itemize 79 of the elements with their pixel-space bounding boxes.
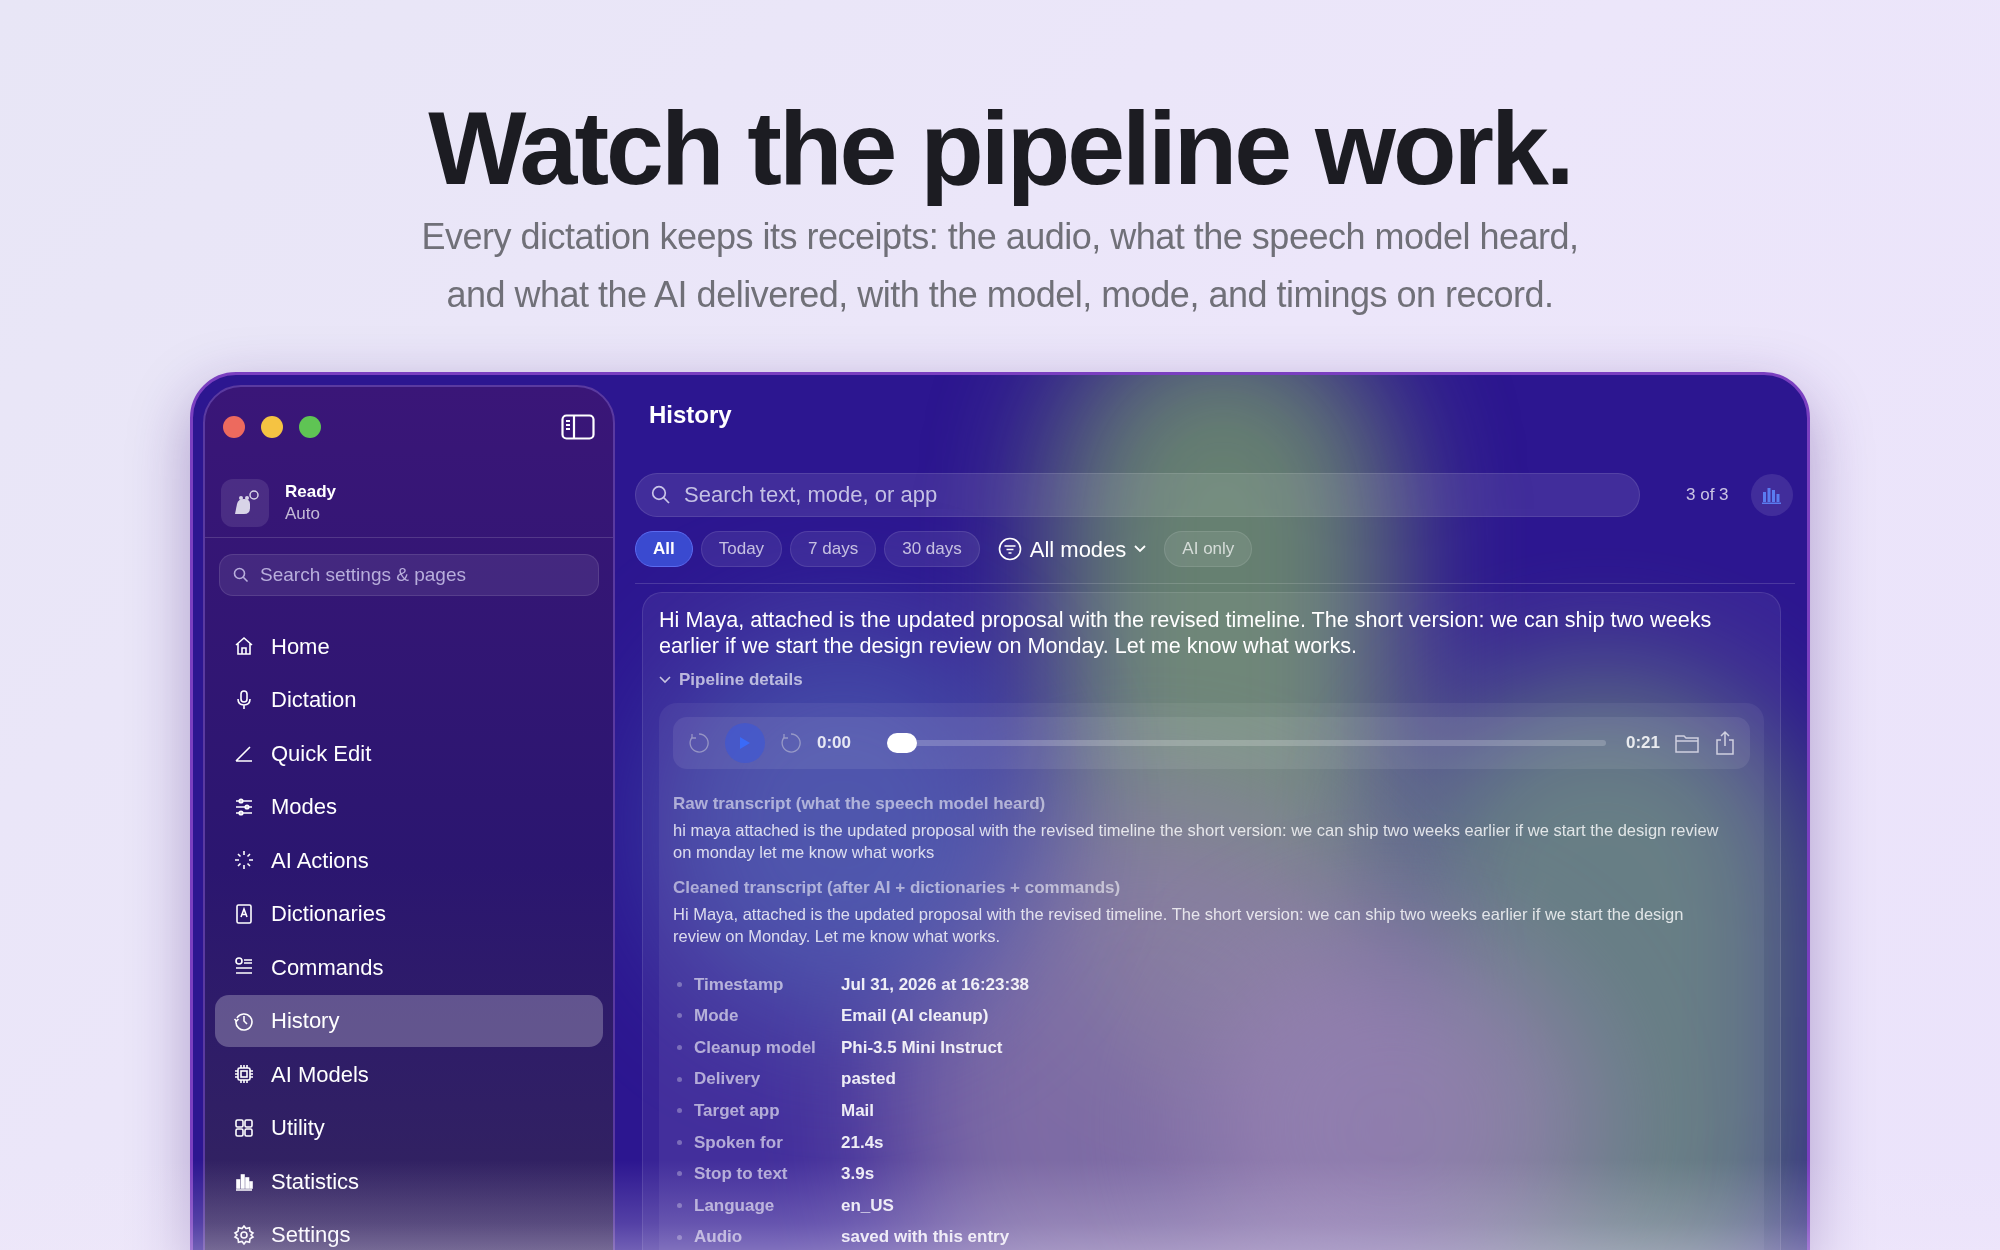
current-time: 0:00 bbox=[817, 731, 853, 754]
sidebar-item[interactable]: AI Models bbox=[215, 1048, 603, 1100]
bullet-icon bbox=[677, 1076, 682, 1082]
sidebar-item[interactable]: Dictionaries bbox=[215, 887, 603, 940]
detail-label: Audio bbox=[694, 1226, 744, 1249]
sidebar-toggle-icon[interactable] bbox=[561, 414, 595, 440]
headline: Watch the pipeline work. bbox=[428, 92, 1572, 204]
chevron-icon bbox=[659, 675, 671, 684]
filter-chip[interactable]: 30 days bbox=[884, 531, 980, 567]
bullet-icon bbox=[677, 1013, 682, 1019]
settings-icon bbox=[233, 1223, 255, 1246]
transcript-label: Raw transcript (what the speech model heard) bbox=[673, 792, 1047, 815]
zoom-button[interactable] bbox=[299, 416, 321, 438]
detail-label: Delivery bbox=[694, 1068, 762, 1091]
close-button[interactable] bbox=[223, 416, 245, 438]
skip-back-button[interactable] bbox=[687, 730, 711, 755]
detail-label: Target app bbox=[694, 1099, 781, 1122]
search-icon bbox=[233, 567, 249, 583]
sidebar-item[interactable]: Modes bbox=[215, 780, 603, 833]
search-icon bbox=[651, 485, 671, 505]
transcript-text: Hi Maya, attached is the updated proposal with the revised timeline. The short version: we can ship two weeks earlier if we start the design review on Monday. Let me know what works. bbox=[673, 903, 1685, 947]
status-title: Ready bbox=[285, 481, 337, 503]
book-icon bbox=[233, 902, 255, 925]
page-title: History bbox=[649, 400, 733, 430]
entry-text: Hi Maya, attached is the updated proposal with the revised timeline. The short version: we can ship two weeks earlier if we start the design review on Monday. Let me know what works. bbox=[659, 607, 1713, 659]
detail-value: pasted bbox=[841, 1068, 896, 1091]
chip-icon bbox=[233, 1063, 255, 1085]
detail-value: 21.4s bbox=[841, 1131, 884, 1154]
detail-value: Mail bbox=[841, 1099, 875, 1122]
total-time: 0:21 bbox=[1625, 731, 1660, 754]
result-count: 3 of 3 bbox=[1686, 484, 1729, 507]
detail-label: Spoken for bbox=[694, 1131, 784, 1154]
sidebar-item[interactable]: History bbox=[215, 994, 603, 1047]
filter-chip[interactable]: 7 days bbox=[790, 531, 877, 567]
mascot-icon bbox=[221, 479, 269, 527]
detail-value: 3.9s bbox=[841, 1163, 875, 1186]
bullet-icon bbox=[677, 981, 682, 987]
minimize-button[interactable] bbox=[261, 416, 283, 438]
detail-label: Language bbox=[694, 1194, 776, 1217]
share-button[interactable] bbox=[1714, 729, 1736, 756]
transcript-label: Cleaned transcript (after AI + dictionaries + commands) bbox=[673, 876, 1122, 899]
status-mode: Auto bbox=[285, 503, 321, 525]
sidebar-item[interactable]: Home bbox=[215, 620, 603, 672]
play-icon bbox=[739, 735, 751, 750]
transcript-text: hi maya attached is the updated proposal with the revised timeline the short version: we can ship two weeks earlier if we start the design review on monday let me know what works bbox=[673, 819, 1720, 863]
bar-chart-icon bbox=[1761, 486, 1782, 504]
sidebar-item[interactable]: Statistics bbox=[215, 1155, 603, 1207]
sidebar-item[interactable]: Dictation bbox=[215, 673, 603, 726]
detail-label: Timestamp bbox=[694, 973, 785, 996]
detail-label: Mode bbox=[694, 1005, 740, 1028]
detail-label: Stop to text bbox=[694, 1163, 789, 1186]
sidebar-item[interactable]: AI Actions bbox=[215, 834, 603, 886]
sliders-icon bbox=[233, 795, 255, 818]
bullet-icon bbox=[677, 1108, 682, 1114]
pipeline-details-toggle[interactable]: Pipeline details bbox=[659, 667, 803, 693]
sparkle-icon bbox=[233, 849, 255, 871]
detail-value: Email (AI cleanup) bbox=[841, 1005, 989, 1028]
sidebar-item[interactable]: Quick Edit bbox=[215, 727, 603, 779]
statistics-button[interactable] bbox=[1750, 474, 1793, 516]
grid-icon bbox=[233, 1116, 255, 1139]
detail-value: en_US bbox=[841, 1194, 894, 1217]
sidebar-item[interactable]: Utility bbox=[215, 1101, 603, 1154]
detail-label: Cleanup model bbox=[694, 1036, 817, 1059]
filter-chip[interactable]: All bbox=[635, 531, 693, 567]
bullet-icon bbox=[677, 1045, 682, 1050]
filter-chip[interactable]: Today bbox=[700, 531, 783, 567]
detail-value: Jul 31, 2026 at 16:23:38 bbox=[841, 973, 1030, 996]
skip-forward-button[interactable] bbox=[779, 730, 803, 755]
sidebar-item[interactable]: Settings bbox=[215, 1208, 603, 1250]
share-icon bbox=[1714, 729, 1736, 756]
detail-value: Phi-3.5 Mini Instruct bbox=[841, 1036, 1003, 1059]
filter-icon bbox=[997, 537, 1022, 561]
mode-dropdown[interactable]: All modes bbox=[997, 531, 1147, 567]
detail-value: saved with this entry bbox=[841, 1226, 1010, 1249]
subtitle: Every dictation keeps its receipts: the audio, what the speech model heard, and what the AI delivered, with the model, mode, and timings on record. bbox=[421, 215, 1579, 317]
sidebar-item[interactable]: Commands bbox=[215, 941, 603, 993]
home-icon bbox=[233, 635, 255, 657]
bullet-icon bbox=[677, 1139, 682, 1145]
chevron-down-icon bbox=[1134, 545, 1147, 553]
